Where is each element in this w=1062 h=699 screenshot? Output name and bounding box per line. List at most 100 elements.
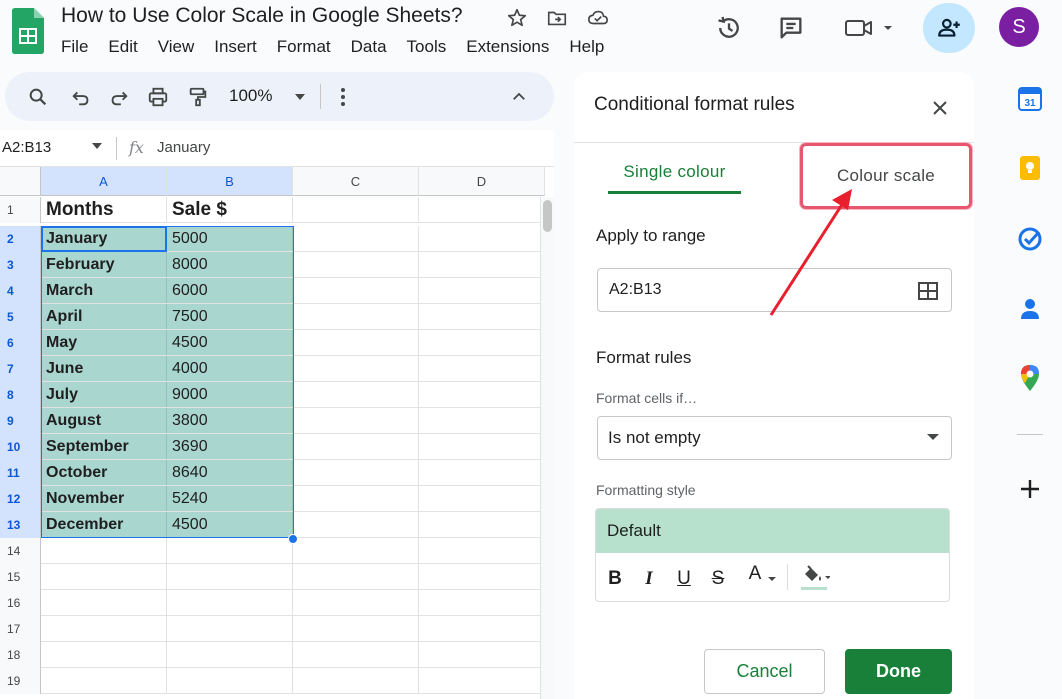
empty-cell[interactable] [419, 564, 545, 589]
row-header[interactable]: 17 [0, 616, 41, 642]
print-icon[interactable] [145, 84, 171, 110]
row-header[interactable]: 9 [0, 408, 41, 434]
row-header[interactable]: 16 [0, 590, 41, 616]
row-header[interactable]: 8 [0, 382, 41, 408]
keep-icon[interactable] [1016, 154, 1044, 182]
empty-cell[interactable] [293, 642, 419, 667]
tab-single-colour[interactable]: Single colour [608, 162, 741, 194]
empty-cell[interactable] [419, 304, 545, 329]
tab-colour-scale[interactable]: Colour scale [800, 143, 972, 209]
empty-cell[interactable] [293, 486, 419, 511]
empty-cell[interactable] [293, 408, 419, 433]
more-icon[interactable] [330, 84, 356, 110]
empty-cell[interactable] [419, 616, 545, 641]
row-header[interactable]: 13 [0, 512, 41, 538]
add-icon[interactable] [1016, 475, 1044, 503]
empty-cell[interactable] [419, 330, 545, 355]
italic-button[interactable]: I [641, 567, 657, 591]
month-cell[interactable]: March [41, 278, 167, 303]
empty-cell[interactable] [41, 642, 167, 667]
row-header[interactable]: 14 [0, 538, 41, 564]
zoom-caret-icon[interactable] [287, 84, 313, 110]
sale-cell[interactable]: 7500 [167, 304, 293, 329]
style-preview[interactable]: Default [596, 509, 949, 553]
bold-button[interactable]: B [607, 567, 623, 591]
cancel-button[interactable]: Cancel [704, 649, 825, 694]
sale-cell[interactable]: 4000 [167, 356, 293, 381]
menu-help[interactable]: Help [569, 37, 604, 57]
empty-cell[interactable] [293, 252, 419, 277]
range-input[interactable]: A2:B13 [597, 268, 952, 312]
sale-cell[interactable]: 4500 [167, 512, 293, 537]
paint-format-icon[interactable] [185, 84, 211, 110]
month-cell[interactable]: July [41, 382, 167, 407]
document-title[interactable]: How to Use Color Scale in Google Sheets? [61, 4, 463, 28]
text-color-caret-icon[interactable] [766, 567, 778, 591]
calendar-icon[interactable]: 31 [1016, 85, 1044, 113]
sale-cell[interactable]: 6000 [167, 278, 293, 303]
name-box-caret-icon[interactable] [90, 139, 104, 153]
empty-cell[interactable] [419, 512, 545, 537]
zoom-select[interactable]: 100% [229, 86, 272, 106]
empty-cell[interactable] [41, 668, 167, 693]
cell-d1[interactable] [419, 197, 545, 222]
empty-cell[interactable] [293, 382, 419, 407]
row-header[interactable]: 11 [0, 460, 41, 486]
empty-cell[interactable] [293, 434, 419, 459]
empty-cell[interactable] [167, 590, 293, 615]
month-cell[interactable]: April [41, 304, 167, 329]
share-button[interactable] [923, 3, 975, 53]
empty-cell[interactable] [419, 382, 545, 407]
row-header[interactable]: 15 [0, 564, 41, 590]
row-header[interactable]: 6 [0, 330, 41, 356]
empty-cell[interactable] [293, 304, 419, 329]
empty-cell[interactable] [293, 278, 419, 303]
month-cell[interactable]: October [41, 460, 167, 485]
empty-cell[interactable] [293, 616, 419, 641]
row-header[interactable]: 18 [0, 642, 41, 668]
menu-data[interactable]: Data [351, 37, 387, 57]
empty-cell[interactable] [167, 668, 293, 693]
empty-cell[interactable] [293, 668, 419, 693]
menu-extensions[interactable]: Extensions [466, 37, 549, 57]
empty-cell[interactable] [167, 616, 293, 641]
select-all-corner[interactable] [0, 167, 41, 196]
row-header[interactable]: 12 [0, 486, 41, 512]
menu-file[interactable]: File [61, 37, 88, 57]
empty-cell[interactable] [293, 460, 419, 485]
sale-cell[interactable]: 3690 [167, 434, 293, 459]
menu-format[interactable]: Format [277, 37, 331, 57]
empty-cell[interactable] [167, 642, 293, 667]
version-history-icon[interactable] [713, 12, 745, 44]
empty-cell[interactable] [293, 226, 419, 251]
text-color-button[interactable]: A [746, 562, 764, 586]
month-cell[interactable]: February [41, 252, 167, 277]
avatar[interactable]: S [999, 7, 1039, 47]
video-call-icon[interactable] [843, 12, 897, 44]
month-cell[interactable]: May [41, 330, 167, 355]
empty-cell[interactable] [419, 642, 545, 667]
collapse-icon[interactable] [506, 84, 532, 110]
row-header[interactable]: 4 [0, 278, 41, 304]
search-icon[interactable] [25, 84, 51, 110]
empty-cell[interactable] [167, 538, 293, 563]
cloud-status-icon[interactable] [586, 6, 610, 30]
sale-cell[interactable]: 3800 [167, 408, 293, 433]
row-header[interactable]: 10 [0, 434, 41, 460]
month-cell[interactable]: June [41, 356, 167, 381]
sale-cell[interactable]: 5240 [167, 486, 293, 511]
contacts-icon[interactable] [1016, 295, 1044, 323]
sale-cell[interactable]: 4500 [167, 330, 293, 355]
strikethrough-button[interactable]: S [710, 567, 726, 591]
empty-cell[interactable] [419, 252, 545, 277]
empty-cell[interactable] [41, 564, 167, 589]
menu-tools[interactable]: Tools [407, 37, 447, 57]
row-header[interactable]: 1 [0, 197, 41, 223]
empty-cell[interactable] [419, 538, 545, 563]
empty-cell[interactable] [293, 564, 419, 589]
empty-cell[interactable] [419, 590, 545, 615]
empty-cell[interactable] [293, 512, 419, 537]
column-header-c[interactable]: C [293, 167, 419, 196]
empty-cell[interactable] [419, 356, 545, 381]
done-button[interactable]: Done [845, 649, 952, 694]
